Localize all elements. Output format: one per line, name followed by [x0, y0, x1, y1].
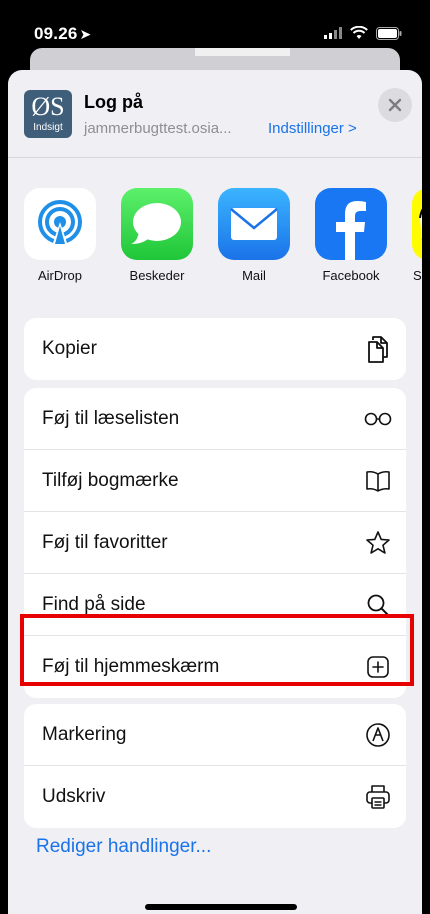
- action-find-on-page[interactable]: Find på side: [24, 574, 406, 636]
- copy-group: Kopier: [24, 318, 406, 380]
- action-label: Find på side: [42, 593, 146, 615]
- action-print[interactable]: Udskriv: [24, 766, 406, 828]
- search-icon: [364, 591, 392, 619]
- location-arrow-icon: ➤: [79, 26, 92, 42]
- markup-icon: [364, 721, 392, 749]
- share-app-label: AirDrop: [37, 268, 83, 283]
- action-add-favorite[interactable]: Føj til favoritter: [24, 512, 406, 574]
- printer-icon: [364, 783, 392, 811]
- action-label: Føj til favoritter: [42, 531, 168, 553]
- action-label: Føj til læselisten: [42, 407, 180, 429]
- facebook-icon: [315, 188, 387, 260]
- share-sheet: ØS Indsigt Log på jammerbugttest.osia...…: [8, 70, 422, 914]
- star-icon: [364, 529, 392, 557]
- action-label: Markering: [42, 723, 127, 745]
- share-app-snapchat[interactable]: Sn: [411, 188, 422, 283]
- wifi-icon: [350, 26, 368, 39]
- share-app-label: Mail: [242, 268, 266, 283]
- action-copy[interactable]: Kopier: [24, 318, 406, 380]
- copy-icon: [364, 335, 392, 363]
- plus-square-icon: [364, 653, 392, 681]
- edit-actions-link[interactable]: Rediger handlinger...: [36, 836, 211, 858]
- site-icon-caption: Indsigt: [33, 122, 63, 133]
- background-page-tab: [195, 48, 290, 56]
- tools-group: Markering Udskriv: [24, 704, 406, 828]
- status-time: 09.26 ➤: [34, 24, 91, 44]
- share-app-label: Beskeder: [129, 268, 185, 283]
- clock-text: 09.26: [34, 24, 78, 43]
- status-icons: [324, 24, 402, 42]
- share-app-airdrop[interactable]: AirDrop: [23, 188, 97, 283]
- share-header: ØS Indsigt Log på jammerbugttest.osia...…: [8, 70, 422, 158]
- share-app-label: Facebook: [322, 268, 380, 283]
- action-add-to-home-screen[interactable]: Føj til hjemmeskærm: [24, 636, 406, 698]
- action-markup[interactable]: Markering: [24, 704, 406, 766]
- snapchat-icon: [412, 188, 422, 260]
- site-icon: ØS Indsigt: [24, 90, 72, 138]
- close-button[interactable]: [378, 88, 412, 122]
- battery-icon: [376, 26, 402, 40]
- airdrop-icon: [24, 188, 96, 260]
- share-app-messages[interactable]: Beskeder: [120, 188, 194, 283]
- book-icon: [364, 467, 392, 495]
- share-url: jammerbugttest.osia...: [84, 120, 232, 137]
- close-icon: [388, 98, 402, 112]
- messages-icon: [121, 188, 193, 260]
- home-indicator[interactable]: [145, 904, 297, 910]
- share-app-mail[interactable]: Mail: [217, 188, 291, 283]
- share-title: Log på: [84, 92, 143, 112]
- action-label: Kopier: [42, 338, 97, 359]
- action-label: Tilføj bogmærke: [42, 469, 179, 491]
- mail-icon: [218, 188, 290, 260]
- actions-group: Føj til læselisten Tilføj bogmærke Føj t…: [24, 388, 406, 698]
- options-link[interactable]: Indstillinger >: [268, 120, 357, 137]
- action-label: Udskriv: [42, 786, 106, 807]
- glasses-icon: [364, 405, 392, 433]
- share-app-label: Sn: [413, 268, 422, 283]
- share-app-row: AirDrop Beskeder Mail Facebook S: [8, 188, 422, 288]
- share-app-facebook[interactable]: Facebook: [314, 188, 388, 283]
- action-add-bookmark[interactable]: Tilføj bogmærke: [24, 450, 406, 512]
- action-label: Føj til hjemmeskærm: [42, 656, 220, 677]
- site-icon-text: ØS: [31, 92, 65, 121]
- action-reading-list[interactable]: Føj til læselisten: [24, 388, 406, 450]
- signal-icon: [324, 27, 342, 39]
